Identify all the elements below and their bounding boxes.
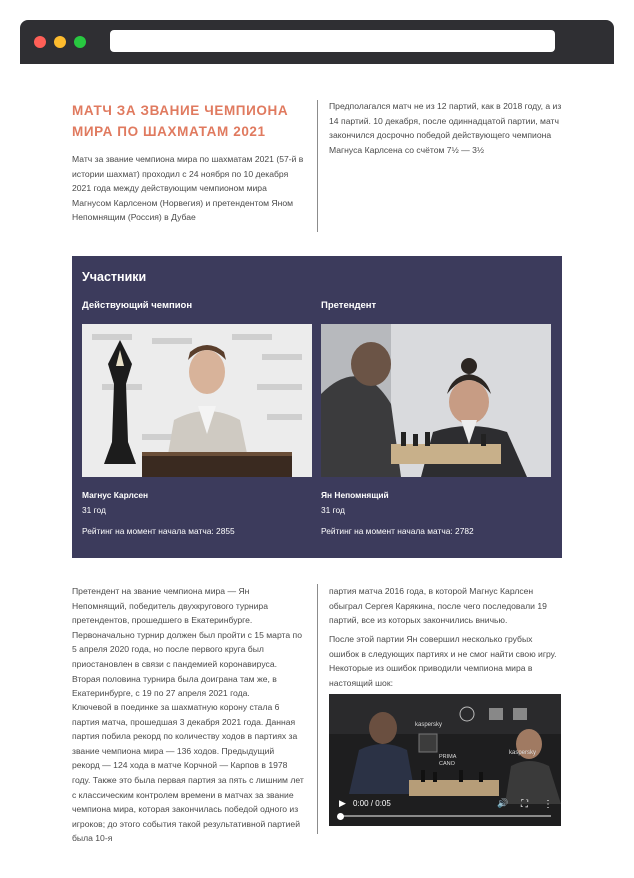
intro-right-paragraph: Предполагался матч не из 12 партий, как … xyxy=(329,101,562,155)
intro-paragraph: Матч за звание чемпиона мира по шахматам… xyxy=(72,154,304,223)
body-paragraph-4: После этой партии Ян совершил несколько … xyxy=(329,634,557,688)
champion-role-label: Действующий чемпион xyxy=(82,300,193,311)
play-icon[interactable]: ▶ xyxy=(339,798,346,809)
champion-rating: Рейтинг на момент начала матча: 2855 xyxy=(82,526,235,536)
body-paragraph-2: Ключевой в поединке за шахматную корону … xyxy=(72,702,304,844)
close-window-button[interactable] xyxy=(34,36,46,48)
video-controls: ▶ 0:00 / 0:05 🔊 ⛶ ⋮ xyxy=(329,792,561,826)
champion-age: 31 год xyxy=(82,505,106,515)
participants-heading: Участники xyxy=(82,270,147,284)
challenger-photo xyxy=(321,324,551,477)
challenger-name: Ян Непомнящий xyxy=(321,490,389,500)
browser-title-bar xyxy=(20,20,614,64)
video-time: 0:00 / 0:05 xyxy=(353,799,391,808)
sponsor-label: PRIMA CANO xyxy=(439,754,457,767)
column-divider xyxy=(317,584,318,834)
address-bar-input[interactable] xyxy=(110,30,555,52)
champion-name: Магнус Карлсен xyxy=(82,490,149,500)
sponsor-label: kaspersky xyxy=(415,722,443,728)
more-options-icon[interactable]: ⋮ xyxy=(543,799,553,810)
page-title: МАТЧ ЗА ЗВАНИЕ ЧЕМПИОНА МИРА ПО ШАХМАТАМ… xyxy=(72,103,289,139)
minimize-window-button[interactable] xyxy=(54,36,66,48)
participants-panel: Участники Действующий чемпион Магнус Кар… xyxy=(72,256,562,558)
video-player[interactable]: kaspersky kaspersky PRIMA CANO ▶ 0:00 / … xyxy=(329,694,561,826)
video-progress-handle[interactable] xyxy=(337,813,344,820)
body-paragraph-3: партия матча 2016 года, в которой Магнус… xyxy=(329,586,547,626)
body-paragraph-1: Претендент на звание чемпиона мира — Ян … xyxy=(72,586,302,699)
challenger-rating: Рейтинг на момент начала матча: 2782 xyxy=(321,526,474,536)
challenger-age: 31 год xyxy=(321,505,345,515)
fullscreen-icon[interactable]: ⛶ xyxy=(521,799,528,810)
video-progress-bar[interactable] xyxy=(339,815,551,817)
sponsor-label: kaspersky xyxy=(509,750,537,756)
column-divider xyxy=(317,100,318,232)
maximize-window-button[interactable] xyxy=(74,36,86,48)
volume-icon[interactable]: 🔊 xyxy=(497,798,508,809)
champion-photo xyxy=(82,324,312,477)
challenger-role-label: Претендент xyxy=(321,300,377,311)
